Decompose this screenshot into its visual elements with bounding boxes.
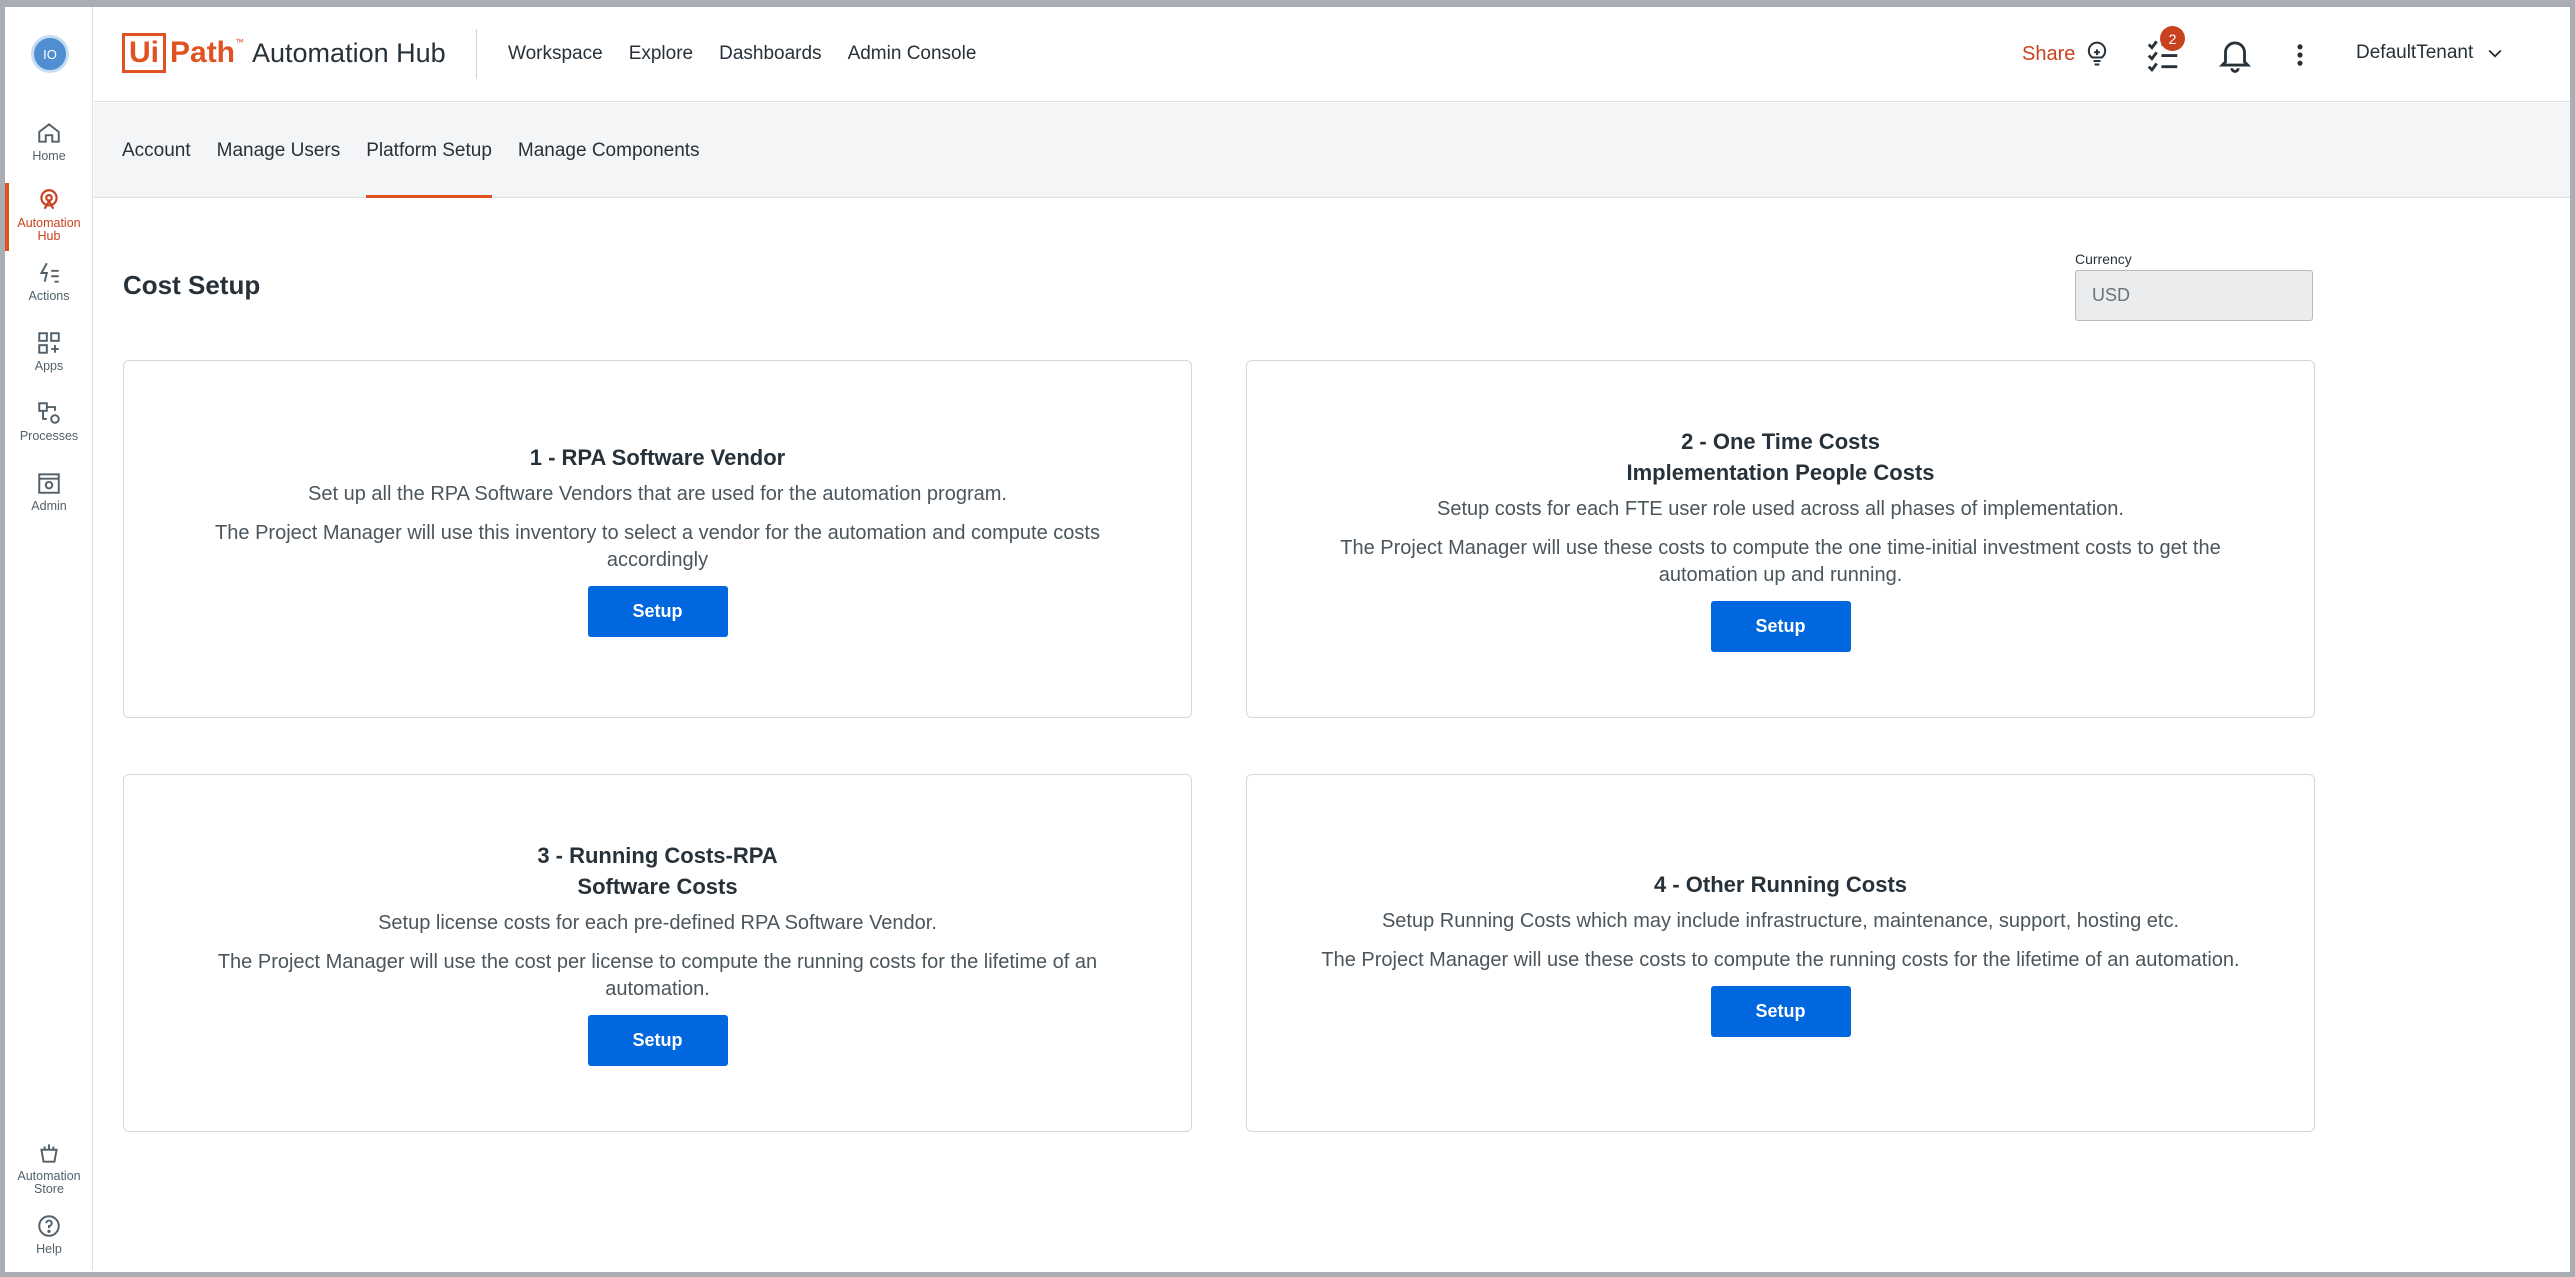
rail-item-admin[interactable]: Admin (5, 470, 93, 534)
rail-label-admin: Admin (31, 499, 67, 513)
nav-explore[interactable]: Explore (629, 43, 693, 65)
tab-platform-setup[interactable]: Platform Setup (366, 103, 492, 198)
lightbulb-icon (2088, 41, 2107, 66)
logo-trademark: ™ (235, 37, 245, 47)
automation-store-icon (40, 1144, 58, 1163)
rail-item-home[interactable]: Home (5, 120, 93, 184)
nav-workspace[interactable]: Workspace (508, 43, 603, 65)
setup-button[interactable]: Setup (587, 1015, 728, 1066)
uipath-logo[interactable]: Ui Path ™ Automation Hub (122, 33, 446, 73)
card-title: 3 - Running Costs-RPA (537, 843, 778, 868)
share-button[interactable]: Share (2022, 40, 2111, 68)
processes-icon (38, 402, 60, 424)
logo-path: Path (170, 36, 236, 69)
apps-icon (38, 332, 60, 354)
logo-ui: Ui (122, 33, 166, 73)
rail-label-home: Home (32, 149, 66, 163)
card-subtitle: Software Costs (577, 874, 738, 899)
card-description-detail: The Project Manager will use these costs… (1340, 537, 2221, 586)
card-description-detail: The Project Manager will use this invent… (215, 521, 1100, 571)
share-label: Share (2022, 42, 2076, 65)
rail-item-help[interactable]: Help (5, 1213, 93, 1277)
rail-label-processes: Processes (19, 429, 79, 443)
setup-button[interactable]: Setup (1710, 986, 1851, 1037)
tenant-selector[interactable]: DefaultTenant (2356, 42, 2505, 64)
tenant-name: DefaultTenant (2356, 42, 2474, 63)
home-icon (38, 123, 60, 143)
rail-label-actions: Actions (28, 289, 70, 303)
top-header: Ui Path ™ Automation Hub Workspace Explo… (94, 7, 2570, 102)
actions-icon (39, 262, 59, 283)
setup-button[interactable]: Setup (587, 585, 728, 637)
card-title: 2 - One Time Costs (1681, 429, 1880, 454)
page-title: Cost Setup (123, 270, 261, 300)
tab-manage-components[interactable]: Manage Components (518, 103, 700, 198)
rail-label-automation-store: Automation Store (17, 1169, 81, 1196)
nav-dashboards[interactable]: Dashboards (719, 43, 821, 65)
cost-card-one-time: 2 - One Time Costs Implementation People… (1246, 360, 2315, 718)
left-rail: IO Home Automation Hub Actions Apps Proc… (5, 7, 93, 1270)
card-description-detail: The Project Manager will use the cost pe… (217, 951, 1098, 1000)
tab-account[interactable]: Account (122, 103, 191, 198)
rail-label-apps: Apps (34, 359, 64, 373)
card-description-detail: The Project Manager will use these costs… (1321, 949, 2240, 971)
setup-button[interactable]: Setup (1710, 601, 1851, 652)
rail-item-actions[interactable]: Actions (5, 260, 93, 324)
rail-item-apps[interactable]: Apps (5, 330, 93, 394)
more-options-icon[interactable] (2286, 37, 2314, 73)
user-avatar[interactable]: IO (31, 35, 69, 73)
admin-subnav: Account Manage Users Platform Setup Mana… (94, 103, 2570, 198)
card-description: Setup costs for each FTE user role used … (1436, 498, 2124, 520)
cost-card-running-rpa: 3 - Running Costs-RPA Software Costs Set… (123, 774, 1192, 1132)
help-icon (38, 1215, 60, 1237)
rail-item-processes[interactable]: Processes (5, 400, 93, 464)
card-description: Setup license costs for each pre-defined… (378, 912, 937, 934)
card-subtitle: Implementation People Costs (1626, 460, 1935, 485)
card-description: Set up all the RPA Software Vendors that… (308, 482, 1007, 505)
tab-manage-users[interactable]: Manage Users (217, 103, 341, 198)
admin-icon (38, 473, 60, 494)
currency-label: Currency (2075, 251, 2132, 267)
card-title: 4 - Other Running Costs (1654, 872, 1907, 897)
nav-admin-console[interactable]: Admin Console (848, 43, 977, 65)
top-nav: Workspace Explore Dashboards Admin Conso… (508, 43, 976, 65)
cost-card-rpa-vendor: 1 - RPA Software Vendor Set up all the R… (123, 360, 1192, 718)
card-description: Setup Running Costs which may include in… (1381, 910, 2180, 932)
product-name: Automation Hub (252, 37, 446, 68)
chevron-down-icon (2488, 49, 2502, 58)
rail-label-help: Help (36, 1242, 62, 1256)
automation-hub-icon (40, 189, 58, 210)
rail-label-automation-hub: Automation Hub (17, 216, 81, 243)
cost-card-other-running: 4 - Other Running Costs Setup Running Co… (1246, 774, 2315, 1132)
card-title: 1 - RPA Software Vendor (529, 444, 786, 470)
tasks-badge: 2 (2160, 26, 2185, 51)
rail-item-automation-store[interactable]: Automation Store (5, 1140, 93, 1204)
header-divider (476, 29, 477, 79)
currency-field[interactable]: USD (2075, 270, 2313, 321)
rail-item-automation-hub[interactable]: Automation Hub (5, 183, 93, 251)
bell-icon[interactable] (2216, 35, 2254, 73)
